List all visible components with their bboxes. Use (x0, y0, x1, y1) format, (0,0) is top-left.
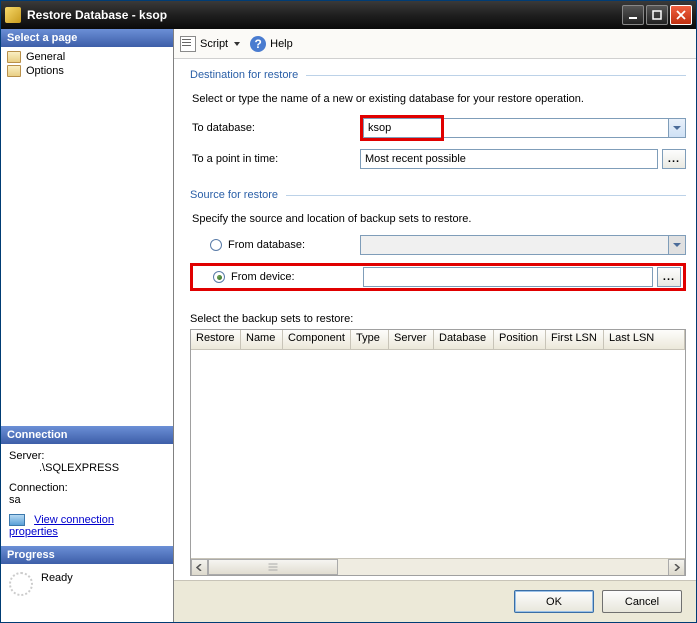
connection-value: sa (9, 494, 165, 506)
from-database-label: From database: (228, 239, 305, 251)
destination-title: Destination for restore (190, 69, 298, 81)
chevron-down-icon (668, 119, 685, 137)
to-database-combo-ext[interactable] (444, 118, 686, 138)
select-page-header: Select a page (1, 29, 173, 47)
from-device-browse-button[interactable]: ... (657, 267, 681, 287)
chevron-down-icon (668, 236, 685, 254)
sidebar-item-label: Options (26, 65, 64, 77)
properties-icon (9, 514, 25, 526)
help-icon (250, 36, 266, 52)
sidebar-item-options[interactable]: Options (5, 64, 169, 78)
to-database-value: ksop (368, 122, 391, 134)
from-device-textbox[interactable] (363, 267, 653, 287)
col-name[interactable]: Name (241, 330, 283, 349)
minimize-icon (628, 10, 638, 20)
toolbar: Script Help (174, 29, 696, 59)
sidebar-item-label: General (26, 51, 65, 63)
connection-header: Connection (1, 426, 173, 444)
to-database-highlight: ksop (360, 115, 444, 141)
server-value: .\SQLEXPRESS (9, 462, 165, 474)
dialog-footer: OK Cancel (174, 580, 696, 622)
close-icon (676, 10, 686, 20)
backup-sets-grid[interactable]: Restore Name Component Type Server Datab… (190, 329, 686, 576)
from-device-radio[interactable] (213, 271, 225, 283)
script-icon (180, 36, 196, 52)
minimize-button[interactable] (622, 5, 644, 25)
page-icon (7, 51, 21, 63)
sidebar-item-general[interactable]: General (5, 50, 169, 64)
ok-button[interactable]: OK (514, 590, 594, 613)
script-dropdown[interactable] (234, 42, 240, 46)
col-position[interactable]: Position (494, 330, 546, 349)
scroll-left-button[interactable] (191, 559, 208, 576)
to-point-in-time-value: Most recent possible (365, 153, 466, 165)
chevron-right-icon (673, 564, 680, 571)
maximize-button[interactable] (646, 5, 668, 25)
from-database-combo (360, 235, 686, 255)
close-button[interactable] (670, 5, 692, 25)
cancel-button[interactable]: Cancel (602, 590, 682, 613)
connection-label: Connection: (9, 482, 165, 494)
scrollbar-thumb[interactable] (208, 559, 338, 575)
point-in-time-browse-button[interactable]: ... (662, 149, 686, 169)
main-body: Destination for restore Select or type t… (174, 59, 696, 580)
progress-header: Progress (1, 546, 173, 564)
col-restore[interactable]: Restore (191, 330, 241, 349)
progress-section: Ready (1, 564, 173, 604)
backup-grid-body (191, 350, 685, 558)
help-button[interactable]: Help (270, 38, 293, 50)
from-device-label: From device: (231, 271, 295, 283)
sidebar: Select a page General Options Connection… (1, 29, 174, 622)
col-type[interactable]: Type (351, 330, 389, 349)
maximize-icon (652, 10, 662, 20)
to-database-combo[interactable]: ksop (363, 118, 441, 138)
source-group: Source for restore Specify the source an… (190, 189, 686, 301)
page-nav-list: General Options (1, 47, 173, 81)
progress-status: Ready (41, 572, 73, 584)
connection-info: Server: .\SQLEXPRESS Connection: sa View… (1, 444, 173, 546)
server-label: Server: (9, 450, 165, 462)
backup-sets-label: Select the backup sets to restore: (190, 313, 686, 325)
horizontal-scrollbar[interactable] (191, 558, 685, 575)
page-icon (7, 65, 21, 77)
scrollbar-track[interactable] (208, 559, 668, 575)
destination-note: Select or type the name of a new or exis… (190, 93, 686, 105)
backup-grid-header: Restore Name Component Type Server Datab… (191, 330, 685, 350)
col-database[interactable]: Database (434, 330, 494, 349)
titlebar: Restore Database - ksop (1, 1, 696, 29)
from-device-highlight: From device: ... (190, 263, 686, 291)
database-icon (5, 7, 21, 23)
to-database-label: To database: (190, 122, 360, 134)
source-title: Source for restore (190, 189, 278, 201)
content-area: Select a page General Options Connection… (1, 29, 696, 622)
backup-sets-section: Select the backup sets to restore: Resto… (190, 313, 686, 576)
progress-spinner-icon (9, 572, 33, 596)
source-note: Specify the source and location of backu… (190, 213, 686, 225)
col-server[interactable]: Server (389, 330, 434, 349)
col-last-lsn[interactable]: Last LSN (604, 330, 685, 349)
col-first-lsn[interactable]: First LSN (546, 330, 604, 349)
main-panel: Script Help Destination for restore Sele… (174, 29, 696, 622)
col-component[interactable]: Component (283, 330, 351, 349)
window-title: Restore Database - ksop (27, 8, 620, 22)
restore-database-dialog: Restore Database - ksop Select a page Ge… (0, 0, 697, 623)
script-button[interactable]: Script (200, 38, 228, 50)
to-point-in-time-label: To a point in time: (190, 153, 360, 165)
to-point-in-time-value-box: Most recent possible (360, 149, 658, 169)
chevron-left-icon (196, 564, 203, 571)
destination-group: Destination for restore Select or type t… (190, 69, 686, 177)
view-connection-properties[interactable]: View connection properties (9, 514, 165, 538)
from-database-radio[interactable] (210, 239, 222, 251)
scroll-right-button[interactable] (668, 559, 685, 576)
